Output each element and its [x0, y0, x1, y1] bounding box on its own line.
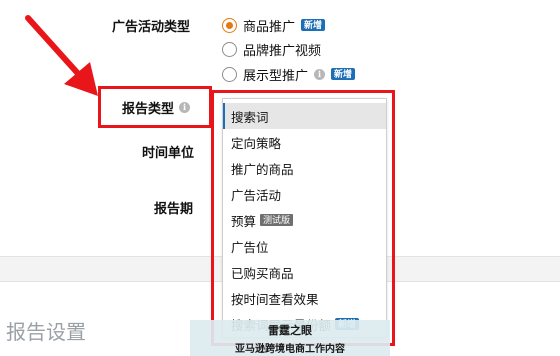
- radio-option-sponsored-products[interactable]: 商品推广 新增: [222, 15, 326, 35]
- time-unit-label: 时间单位: [142, 145, 195, 160]
- info-icon[interactable]: i: [179, 102, 191, 113]
- watermark: 雷霆之眼 亚马逊跨境电商工作内容: [190, 320, 390, 356]
- radio-option-sponsored-display[interactable]: 展示型推广 i 新增: [222, 64, 356, 84]
- campaign-type-label: 广告活动类型: [112, 19, 191, 34]
- report-type-text: 报告类型: [122, 101, 175, 116]
- radio-unchecked-icon[interactable]: [222, 66, 237, 82]
- new-badge: 新增: [331, 68, 356, 80]
- annotation-arrow-icon: [25, 15, 98, 96]
- radio-label: 商品推广: [243, 18, 296, 34]
- radio-label: 展示型推广: [243, 67, 309, 83]
- report-period-label: 报告期: [154, 201, 194, 216]
- new-badge: 新增: [301, 19, 326, 31]
- watermark-line2: 亚马逊跨境电商工作内容: [235, 344, 345, 355]
- radio-option-sponsored-brands-video[interactable]: 品牌推广视频: [222, 39, 321, 59]
- section-title: 报告设置: [6, 322, 86, 344]
- annotation-box-dropdown: [211, 90, 395, 346]
- radio-checked-icon[interactable]: [222, 17, 237, 33]
- radio-unchecked-icon[interactable]: [222, 41, 237, 57]
- info-icon[interactable]: i: [314, 68, 326, 80]
- report-type-label: 报告类型 i: [122, 98, 191, 117]
- watermark-line1: 雷霆之眼: [268, 324, 312, 337]
- radio-label: 品牌推广视频: [243, 42, 322, 58]
